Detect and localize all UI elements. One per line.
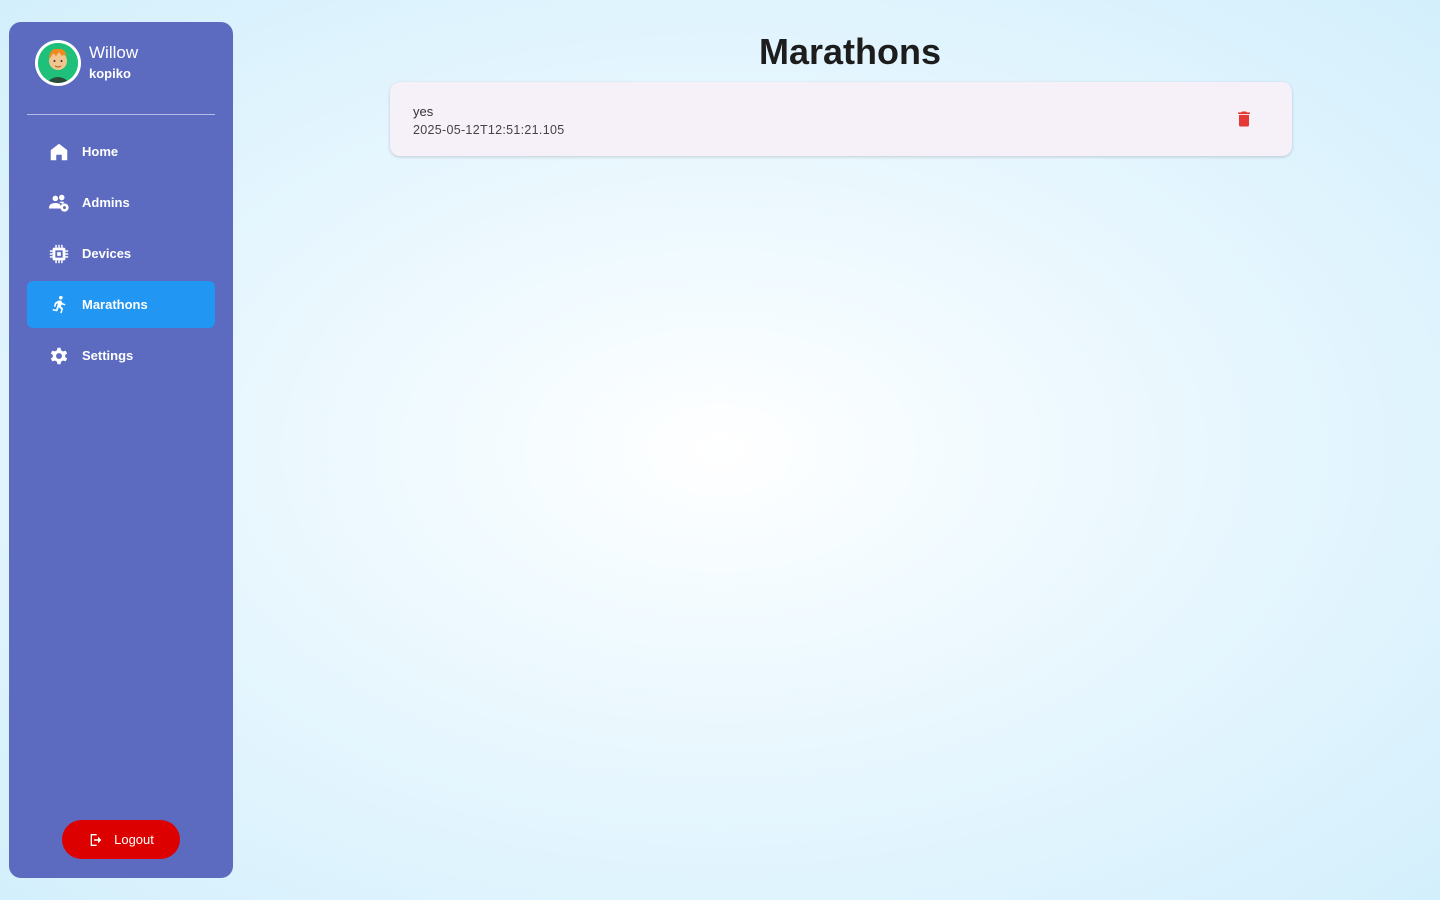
- sidebar-divider: [27, 114, 215, 115]
- sidebar-item-label: Home: [82, 144, 119, 159]
- sidebar-item-label: Devices: [82, 246, 132, 261]
- sidebar-item-admins[interactable]: Admins: [27, 179, 215, 226]
- page-title: Marathons: [758, 31, 942, 72]
- sidebar-item-settings[interactable]: Settings: [27, 332, 215, 379]
- sidebar-item-marathons[interactable]: Marathons: [27, 281, 215, 328]
- chip-icon: [47, 242, 71, 266]
- user-profile: Willow kopiko: [35, 40, 138, 86]
- sidebar-item-home[interactable]: Home: [27, 128, 215, 175]
- sidebar-item-label: Marathons: [82, 297, 148, 312]
- admins-icon: [47, 191, 71, 215]
- home-icon: [47, 140, 71, 164]
- sidebar-item-label: Settings: [82, 348, 134, 363]
- delete-button[interactable]: [1232, 107, 1256, 131]
- marathon-card[interactable]: yes 2025-05-12T12:51:21.105: [390, 82, 1292, 156]
- profile-username: kopiko: [89, 66, 131, 81]
- sidebar-nav: Home Admins Devices Marathons Settings: [27, 128, 215, 383]
- sidebar-item-label: Admins: [82, 195, 130, 210]
- logout-button[interactable]: Logout: [62, 820, 180, 859]
- logout-icon: [90, 833, 102, 846]
- avatar-image: [38, 43, 78, 83]
- logout-label: Logout: [114, 832, 154, 847]
- avatar: [35, 40, 81, 86]
- sidebar-item-devices[interactable]: Devices: [27, 230, 215, 277]
- gear-icon: [47, 344, 71, 368]
- runner-icon: [47, 293, 71, 317]
- trash-icon: [1238, 111, 1250, 127]
- marathon-timestamp: 2025-05-12T12:51:21.105: [413, 123, 565, 137]
- profile-name: Willow: [89, 43, 139, 62]
- sidebar: Willow kopiko Home Admins Devices Marath…: [9, 22, 233, 878]
- marathon-name: yes: [413, 104, 434, 119]
